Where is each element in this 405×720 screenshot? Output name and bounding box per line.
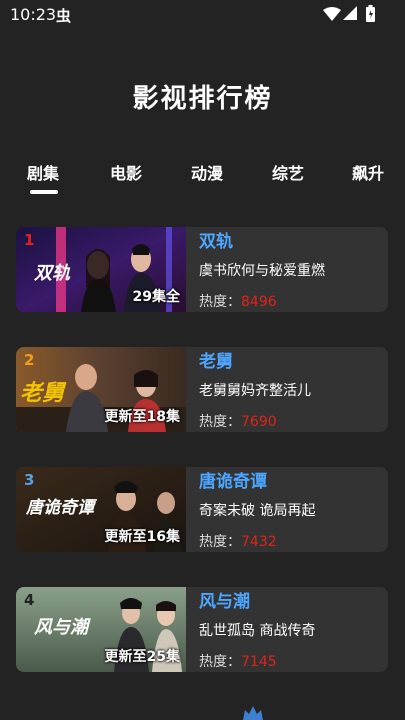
show-description: 老舅舅妈齐整活儿	[199, 383, 311, 399]
tab-bar: 剧集 电影 动漫 综艺 飙升	[0, 160, 405, 200]
show-title[interactable]: 老舅	[199, 347, 233, 372]
rank-number: 4	[24, 591, 35, 609]
poster-thumbnail: 风与潮 4 更新至25集	[16, 587, 186, 672]
tab-anime[interactable]: 动漫	[191, 160, 223, 184]
rank-number: 1	[24, 231, 35, 249]
episode-count: 更新至25集	[104, 649, 180, 665]
heat-score: 热度：7145	[199, 654, 277, 670]
tab-series[interactable]: 剧集	[27, 160, 59, 184]
tab-movies[interactable]: 电影	[110, 160, 142, 184]
signal-icon	[343, 6, 357, 20]
bug-icon: 虫	[56, 7, 72, 25]
ranking-card-2[interactable]: 老舅 2 更新至18集 老舅 老舅舅妈齐整活儿 热度：7690	[16, 347, 388, 432]
show-description: 虞书欣何与秘爱重燃	[199, 263, 325, 279]
poster-title-overlay: 老舅	[20, 381, 65, 406]
rank-number: 3	[24, 471, 35, 489]
poster-thumbnail: 老舅 2 更新至18集	[16, 347, 186, 432]
crown-icon[interactable]	[243, 704, 263, 720]
show-description: 乱世孤岛 商战传奇	[199, 623, 316, 639]
poster-title-overlay: 风与潮	[34, 617, 88, 638]
poster-thumbnail: 唐诡奇谭 3 更新至16集	[16, 467, 186, 552]
poster-thumbnail: 双轨 1 29集全	[16, 227, 186, 312]
show-title[interactable]: 双轨	[199, 227, 233, 252]
battery-icon	[366, 5, 375, 22]
episode-count: 29集全	[132, 289, 180, 305]
poster-title-overlay: 双轨	[34, 263, 70, 284]
tab-variety[interactable]: 综艺	[272, 160, 304, 184]
show-title[interactable]: 风与潮	[199, 587, 250, 612]
status-bar: 10:23 虫	[0, 0, 405, 30]
ranking-card-1[interactable]: 双轨 1 29集全 双轨 虞书欣何与秘爱重燃 热度：8496	[16, 227, 388, 312]
tab-trending[interactable]: 飙升	[352, 160, 384, 184]
show-title[interactable]: 唐诡奇谭	[199, 467, 267, 492]
heat-score: 热度：7690	[199, 414, 277, 430]
episode-count: 更新至18集	[104, 409, 180, 425]
ranking-card-4[interactable]: 风与潮 4 更新至25集 风与潮 乱世孤岛 商战传奇 热度：7145	[16, 587, 388, 672]
active-tab-indicator	[30, 190, 58, 194]
heat-score: 热度：8496	[199, 294, 277, 310]
show-description: 奇案未破 诡局再起	[199, 503, 316, 519]
page-title: 影视排行榜	[132, 84, 273, 114]
episode-count: 更新至16集	[104, 529, 180, 545]
heat-score: 热度：7432	[199, 534, 277, 550]
wifi-icon	[323, 7, 341, 21]
ranking-card-3[interactable]: 唐诡奇谭 3 更新至16集 唐诡奇谭 奇案未破 诡局再起 热度：7432	[16, 467, 388, 552]
rank-number: 2	[24, 351, 35, 369]
poster-title-overlay: 唐诡奇谭	[26, 498, 94, 518]
status-time: 10:23	[10, 5, 57, 24]
